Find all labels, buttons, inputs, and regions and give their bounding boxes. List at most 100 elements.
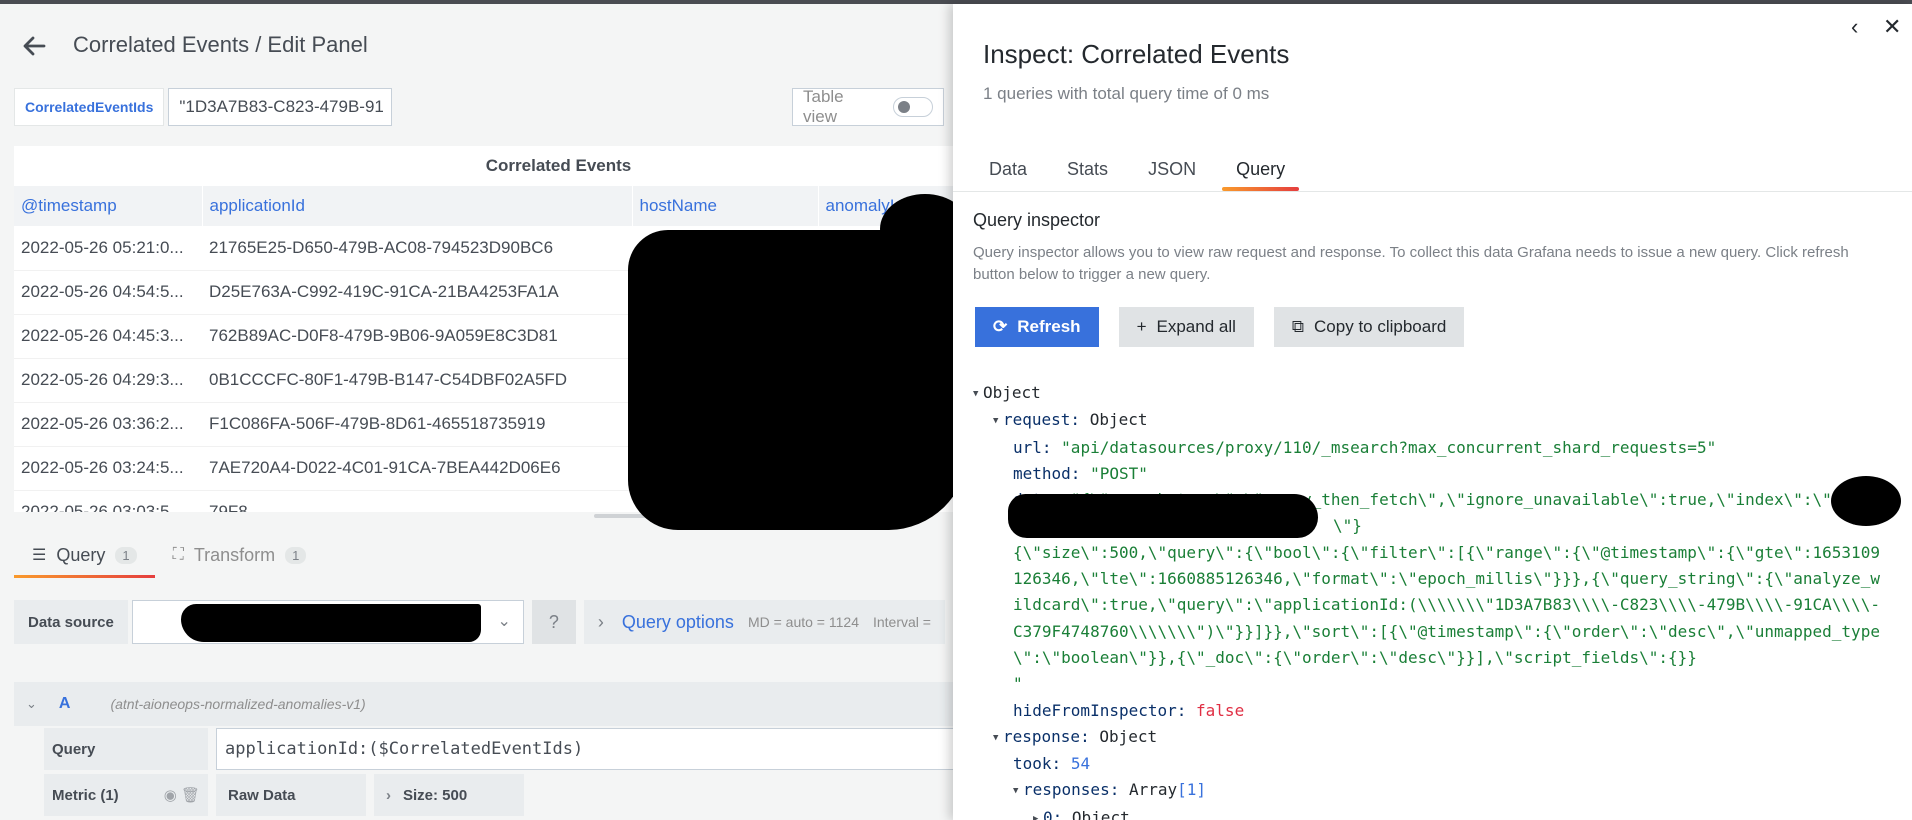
panel-editor: Correlated Events / Edit Panel Correlate… bbox=[0, 4, 953, 820]
collapse-drawer-icon[interactable]: ‹ bbox=[1851, 14, 1858, 40]
data-end: " bbox=[1013, 674, 1023, 694]
node-key: 0: bbox=[1043, 807, 1063, 820]
panel-title: Correlated Events bbox=[485, 156, 632, 175]
metric-label-text: Metric (1) bbox=[52, 786, 119, 804]
collapse-icon[interactable]: ⌄ bbox=[26, 696, 37, 712]
tree-node-item-0[interactable]: ▶ 0: Object bbox=[973, 805, 1908, 820]
drawer-subtitle: 1 queries with total query time of 0 ms bbox=[983, 84, 1270, 103]
query-input[interactable]: applicationId:($CorrelatedEventIds) bbox=[216, 728, 953, 770]
variable-input[interactable]: "1D3A7B83-C823-479B-91 bbox=[168, 88, 393, 126]
node-key: hideFromInspector: bbox=[1013, 700, 1187, 720]
column-header[interactable]: applicationId bbox=[202, 186, 633, 226]
tree-node-root[interactable]: ▼ Object bbox=[973, 380, 1908, 407]
node-key: url: bbox=[1013, 437, 1052, 457]
inspect-tabs: Data Stats JSON Query bbox=[975, 148, 1311, 191]
array-length: [1] bbox=[1177, 780, 1207, 800]
count-badge: 1 bbox=[115, 546, 137, 564]
expand-caret-icon[interactable]: ▼ bbox=[993, 725, 1003, 751]
column-header[interactable]: hostName bbox=[632, 186, 819, 226]
plus-icon: + bbox=[1136, 317, 1147, 336]
transform-icon: ⛶ bbox=[172, 546, 184, 563]
expand-all-button[interactable]: + Expand all bbox=[1118, 307, 1254, 347]
query-meta: MD = auto = 1124 bbox=[747, 614, 859, 630]
copy-icon: ⧉ bbox=[1291, 317, 1305, 336]
node-key: responses: bbox=[1023, 780, 1120, 800]
copy-to-clipboard-button[interactable]: ⧉ Copy to clipboard bbox=[1273, 307, 1465, 347]
node-key: response: bbox=[1003, 726, 1090, 746]
expand-caret-icon[interactable]: ▼ bbox=[993, 408, 1003, 434]
tab-data[interactable]: Data bbox=[975, 148, 1041, 190]
tree-node-response[interactable]: ▼ response: Object bbox=[973, 724, 1908, 751]
copy-label: Copy to clipboard bbox=[1314, 317, 1447, 336]
drawer-title: Inspect: Correlated Events bbox=[983, 39, 1290, 69]
editor-tabs: ☰ Query 1 ⛶ Transform 1 bbox=[14, 532, 324, 578]
node-key: request: bbox=[1003, 410, 1081, 430]
back-arrow-icon[interactable] bbox=[18, 30, 50, 62]
table-cell: 2022-05-26 04:45:3... bbox=[14, 314, 202, 359]
query-row-header[interactable]: ⌄ A (atnt-aioneops-normalized-anomalies-… bbox=[14, 682, 953, 726]
collapsed-caret-icon[interactable]: ▶ bbox=[1033, 806, 1043, 820]
datasource-picker[interactable]: ⌄ bbox=[131, 600, 524, 644]
table-view-label: Table view bbox=[803, 87, 844, 126]
tree-node-request[interactable]: ▼ request: Object bbox=[973, 407, 1908, 434]
column-header[interactable]: @timestamp bbox=[14, 186, 203, 226]
chevron-down-icon: ⌄ bbox=[497, 613, 511, 630]
query-field-label: Query bbox=[44, 728, 208, 770]
table-cell: D25E763A-C992-419C-91CA-21BA4253FA1A bbox=[202, 270, 632, 315]
table-cell: 2022-05-26 05:21:0... bbox=[14, 226, 202, 271]
redaction-mark bbox=[1831, 476, 1901, 526]
table-cell: 0B1CCCFC-80F1-479B-B147-C54DBF02A5FD bbox=[202, 358, 632, 403]
node-type: Object bbox=[1071, 807, 1130, 820]
refresh-label: Refresh bbox=[1017, 317, 1081, 336]
node-key: took: bbox=[1013, 754, 1062, 774]
query-options-button[interactable]: › Query options MD = auto = 1124 Interva… bbox=[583, 600, 945, 644]
metric-type-select[interactable]: Raw Data bbox=[216, 774, 366, 816]
tab-query[interactable]: Query bbox=[1222, 148, 1300, 191]
close-icon[interactable]: ✕ bbox=[1883, 14, 1901, 40]
table-cell: 762B89AC-D0F8-479B-9B06-9A059E8C3D81 bbox=[202, 314, 632, 359]
help-icon[interactable]: ? bbox=[531, 600, 576, 644]
redaction-mark bbox=[180, 604, 481, 642]
chevron-right-icon: › bbox=[597, 611, 604, 632]
tab-divider bbox=[953, 191, 1912, 192]
node-value: "POST" bbox=[1090, 463, 1148, 483]
eye-icon[interactable]: ◉ 🗑 bbox=[164, 786, 200, 804]
query-ref-id: A bbox=[58, 695, 71, 712]
table-cell: 7AE720A4-D022-4C01-91CA-7BEA442D06E6 bbox=[202, 446, 632, 491]
toggle-switch[interactable] bbox=[893, 97, 933, 117]
tab-json[interactable]: JSON bbox=[1134, 148, 1210, 190]
query-options-label: Query options bbox=[621, 611, 734, 632]
page-title: Correlated Events / Edit Panel bbox=[73, 32, 368, 57]
tab-label: Transform bbox=[193, 544, 276, 565]
tab-query[interactable]: ☰ Query 1 bbox=[14, 532, 155, 578]
node-value: 54 bbox=[1070, 754, 1091, 774]
node-type: Array bbox=[1128, 780, 1178, 800]
database-icon: ☰ bbox=[32, 547, 47, 564]
node-value: "api/datasources/proxy/110/_msearch?max_… bbox=[1061, 437, 1717, 457]
node-value: false bbox=[1196, 700, 1245, 720]
table-cell: 2022-05-26 03:24:5... bbox=[14, 446, 202, 491]
node-type: Object bbox=[1089, 410, 1148, 430]
variable-label: CorrelatedEventIds bbox=[14, 88, 165, 126]
query-field: Query applicationId:($CorrelatedEventIds… bbox=[44, 728, 953, 770]
count-badge: 1 bbox=[285, 546, 307, 564]
section-title: Query inspector bbox=[973, 210, 1101, 230]
query-index-name: (atnt-aioneops-normalized-anomalies-v1) bbox=[110, 696, 366, 712]
node-type: Object bbox=[1099, 726, 1158, 746]
tree-node-responses[interactable]: ▼ responses: Array[1] bbox=[973, 777, 1908, 804]
expand-caret-icon[interactable]: ▼ bbox=[1013, 778, 1023, 804]
tab-transform[interactable]: ⛶ Transform 1 bbox=[155, 532, 325, 578]
expand-caret-icon[interactable]: ▼ bbox=[973, 381, 983, 407]
table-view-toggle[interactable]: Table view bbox=[792, 87, 944, 126]
refresh-button[interactable]: ⟳ Refresh bbox=[975, 307, 1099, 347]
tab-stats[interactable]: Stats bbox=[1053, 148, 1122, 190]
json-tree: ▼ Object ▼ request: Object url: "api/datas… bbox=[973, 380, 1908, 820]
size-setting[interactable]: › Size: 500 bbox=[374, 774, 524, 816]
interval-label: Interval = bbox=[872, 614, 931, 630]
refresh-icon: ⟳ bbox=[993, 317, 1008, 336]
tree-leaf-hide: hideFromInspector: false bbox=[973, 698, 1908, 724]
node-type: Object bbox=[983, 383, 1041, 402]
redaction-mark bbox=[628, 230, 953, 530]
inspector-actions: ⟳ Refresh + Expand all ⧉ Copy to clipboa… bbox=[975, 307, 1465, 347]
tab-label: Query bbox=[56, 544, 106, 565]
